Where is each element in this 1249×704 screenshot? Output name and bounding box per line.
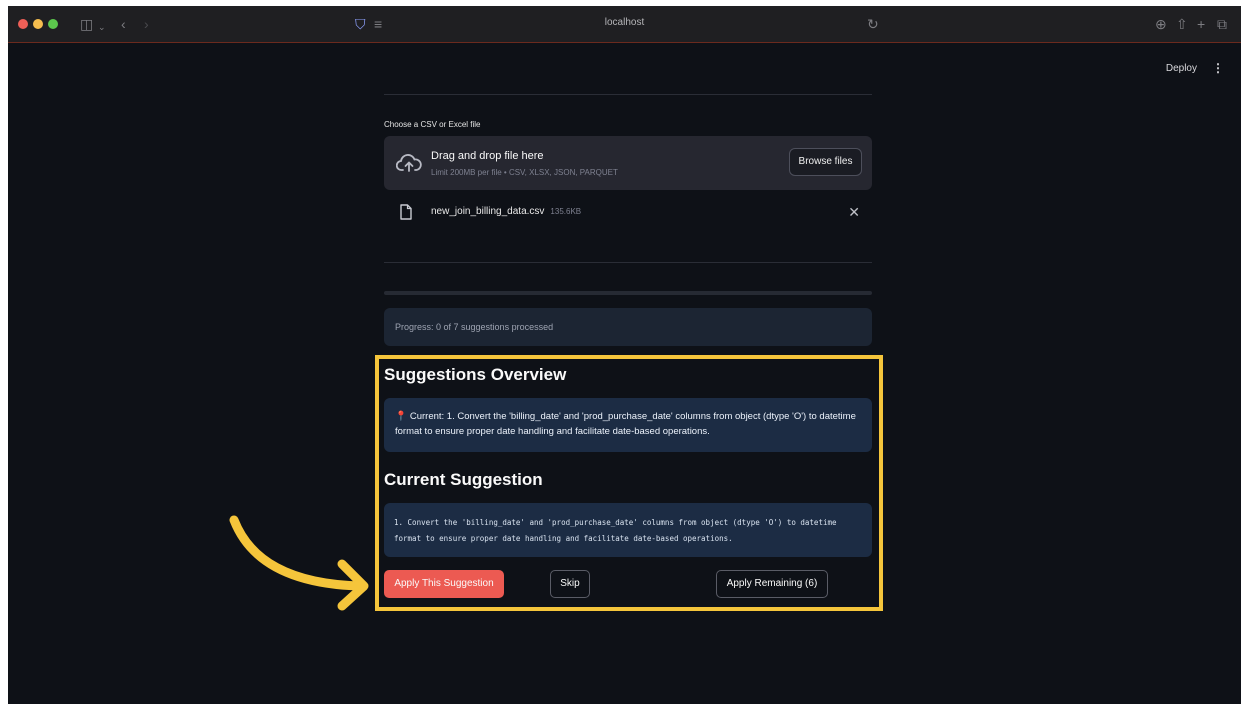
divider — [384, 262, 872, 263]
address-bar[interactable]: localhost — [8, 17, 1241, 28]
progress-text: Progress: 0 of 7 suggestions processed — [395, 322, 554, 332]
browser-toolbar: ◫ ⌄ ‹ › ⛉ ≡ localhost ↻ ⊕ ⇧ + ⧉ — [8, 6, 1241, 43]
dropzone-limit: Limit 200MB per file • CSV, XLSX, JSON, … — [431, 168, 618, 177]
share-icon[interactable]: ⇧ — [1176, 15, 1188, 33]
divider — [384, 94, 872, 95]
file-size: 135.6KB — [550, 207, 582, 216]
remove-file-close-icon[interactable]: ✕ — [848, 204, 860, 221]
tab-overview-icon[interactable]: ⧉ — [1217, 15, 1227, 33]
file-name: new_join_billing_data.csv — [431, 206, 545, 217]
file-icon — [400, 204, 412, 220]
reload-icon[interactable]: ↻ — [867, 15, 879, 33]
cloud-upload-icon — [396, 154, 422, 172]
new-tab-icon[interactable]: + — [1197, 15, 1205, 33]
browse-files-button[interactable]: Browse files — [789, 148, 862, 176]
progress-bar — [384, 291, 872, 295]
progress-status: Progress: 0 of 7 suggestions processed — [384, 308, 872, 346]
kebab-menu-icon[interactable]: ⋮ — [1212, 61, 1224, 75]
highlight-annotation-box — [375, 355, 883, 611]
annotation-arrow-icon — [229, 515, 369, 611]
uploaded-file-row: new_join_billing_data.csv 135.6KB ✕ — [384, 198, 872, 228]
dropzone-title: Drag and drop file here — [431, 150, 544, 162]
uploader-label: Choose a CSV or Excel file — [384, 120, 481, 129]
deploy-button[interactable]: Deploy — [1166, 63, 1197, 74]
browser-window: ◫ ⌄ ‹ › ⛉ ≡ localhost ↻ ⊕ ⇧ + ⧉ Deploy ⋮… — [8, 6, 1241, 704]
downloads-icon[interactable]: ⊕ — [1155, 15, 1167, 33]
file-dropzone[interactable]: Drag and drop file here Limit 200MB per … — [384, 136, 872, 190]
